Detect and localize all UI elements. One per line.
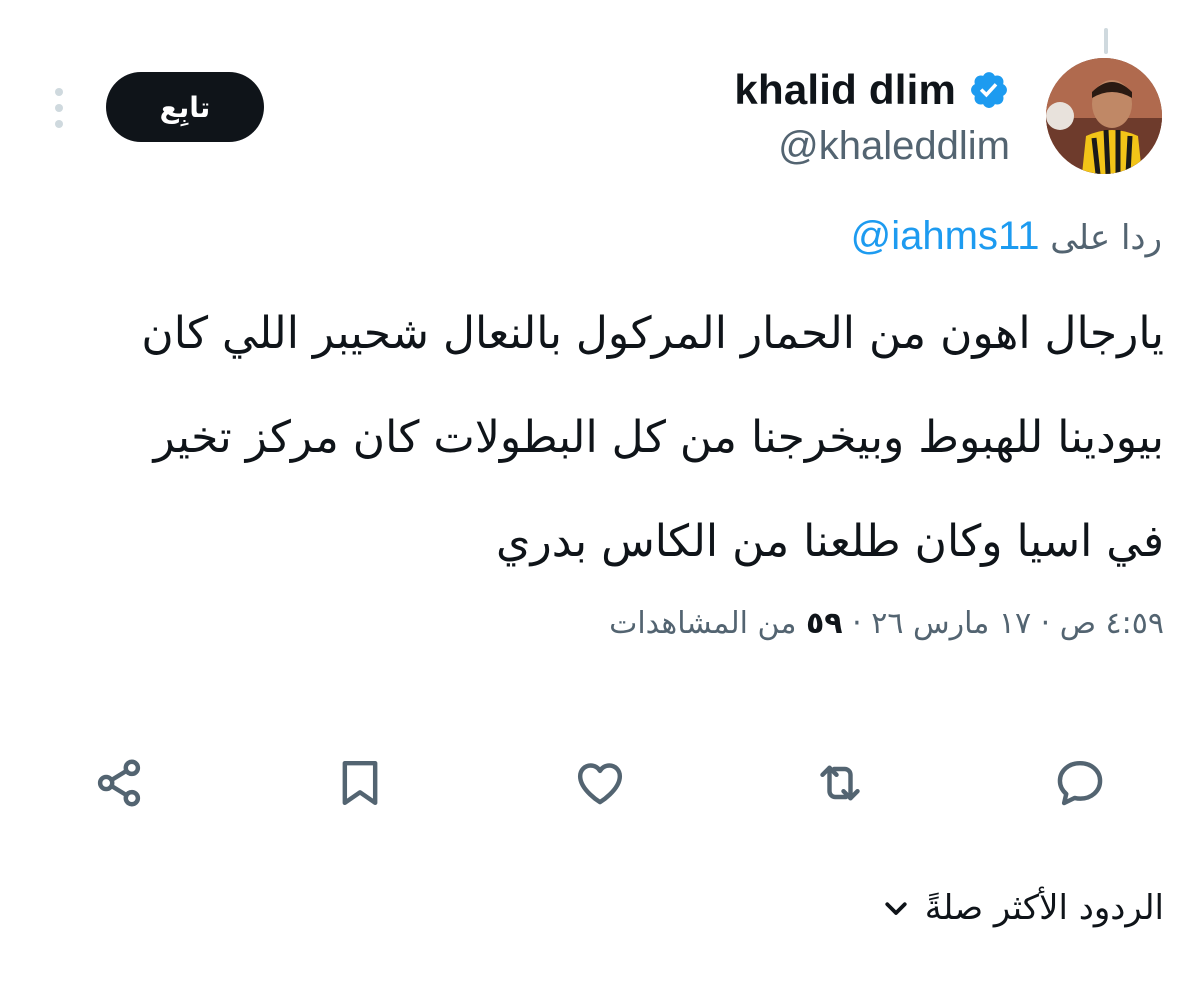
like-button[interactable] [565,748,635,818]
avatar[interactable] [1046,58,1162,174]
views-count[interactable]: ٥٩ [806,606,843,641]
views-label: من المشاهدات [609,606,797,641]
retweet-icon [820,765,860,801]
meta-separator: · [852,606,862,641]
retweet-button[interactable] [805,748,875,818]
avatar-image [1046,58,1162,174]
reply-icon [1057,760,1103,806]
like-icon [577,763,623,805]
meta-separator: · [1040,606,1051,641]
follow-button[interactable]: تابِع [106,72,264,142]
reply-button[interactable] [1045,748,1115,818]
reply-to-line: ردا على @iahms11 [851,214,1162,259]
action-bar [0,748,1200,818]
share-button[interactable] [84,748,154,818]
tweet-text: يارجال اهون من الحمار المركول بالنعال شح… [34,282,1164,594]
more-options-icon[interactable] [50,86,68,130]
verified-badge-icon [971,72,1007,108]
author-block[interactable]: khalid dlim @khaleddlim [734,62,1010,169]
tweet-date[interactable]: ١٧ مارس ٢٦ [871,606,1031,641]
tweet-time[interactable]: ٤:٥٩ ص [1060,606,1164,641]
reply-to-prefix: ردا على [1050,218,1162,258]
chevron-down-icon [885,902,907,915]
tweet-text-line: يارجال اهون من الحمار المركول بالنعال شح… [141,308,1164,359]
share-icon [97,759,141,807]
tweet-text-line: بيودينا للهبوط وبيخرجنا من كل البطولات ك… [153,412,1164,463]
thread-connector-line [1104,28,1108,54]
display-name[interactable]: khalid dlim [734,66,956,114]
tweet-meta: ٤:٥٩ ص · ١٧ مارس ٢٦ · ٥٩ من المشاهدات [609,606,1164,641]
author-handle[interactable]: @khaleddlim [734,124,1010,169]
replies-sort-label: الردود الأكثر صلةً [924,888,1164,928]
bookmark-icon [342,760,378,806]
tweet-text-line: في اسيا وكان طلعنا من الكاس بدري [496,516,1164,567]
bookmark-button[interactable] [325,748,395,818]
reply-to-mention-link[interactable]: @iahms11 [851,214,1040,258]
replies-sort-dropdown[interactable]: الردود الأكثر صلةً [881,888,1164,928]
